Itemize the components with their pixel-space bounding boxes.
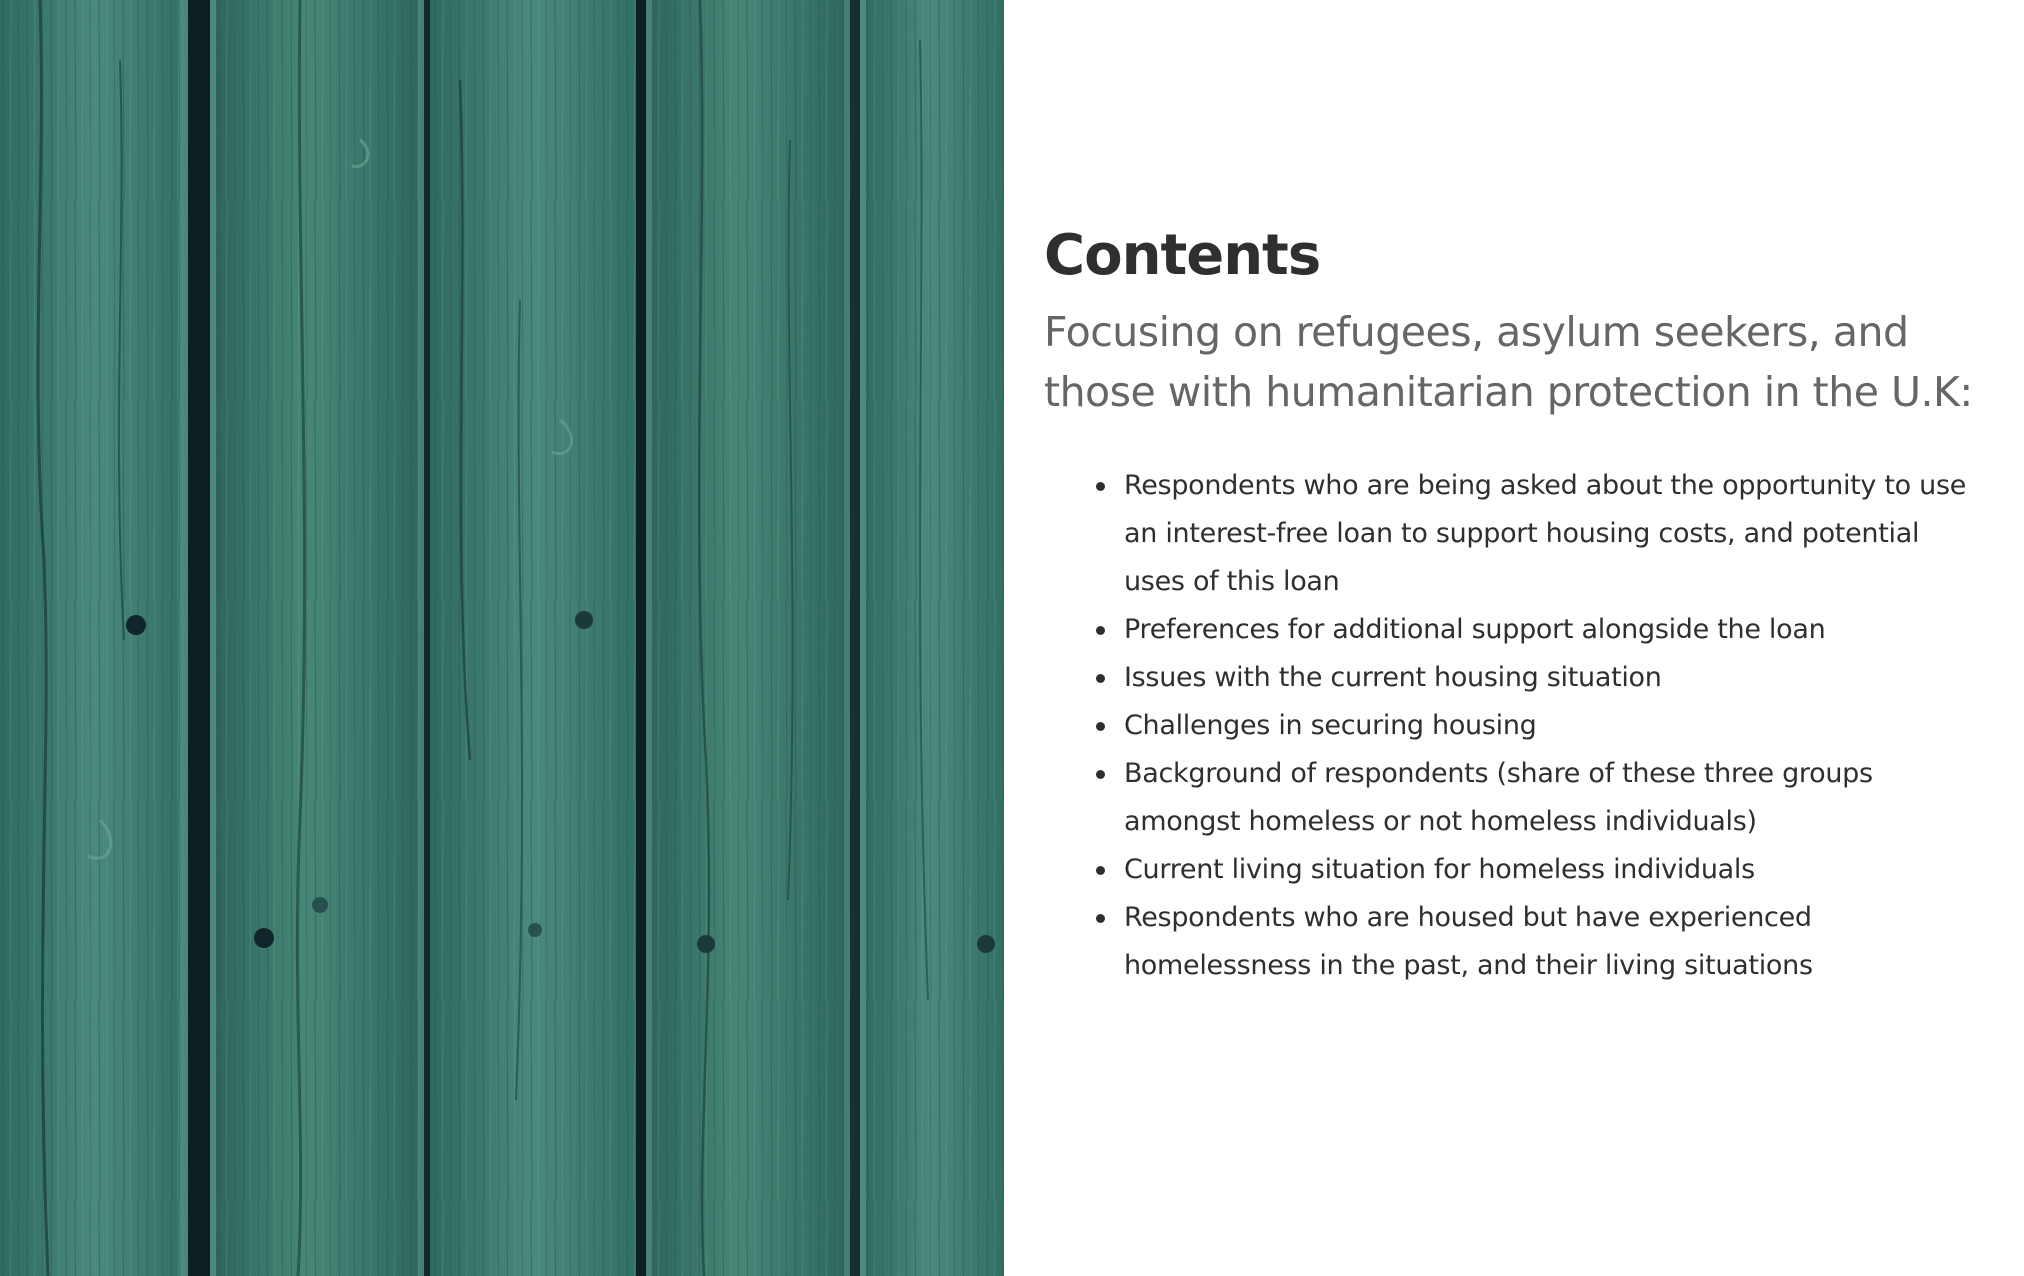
slide: Contents Focusing on refugees, asylum se… — [0, 0, 2024, 1276]
list-item-text: Current living situation for homeless in… — [1124, 854, 1755, 885]
list-item-text: Background of respondents (share of thes… — [1124, 758, 1873, 837]
page-subtitle: Focusing on refugees, asylum seekers, an… — [1044, 308, 1973, 416]
list-item: Background of respondents (share of thes… — [1096, 750, 1984, 846]
list-item: Current living situation for homeless in… — [1096, 846, 1984, 894]
wood-planks-photo — [0, 0, 1004, 1276]
bullet-icon — [1096, 722, 1105, 731]
bullet-icon — [1096, 914, 1105, 923]
list-item-text: Respondents who are being asked about th… — [1124, 470, 1967, 597]
wood-planks-image — [0, 0, 1004, 1276]
bullet-icon — [1096, 482, 1105, 491]
contents-list: Respondents who are being asked about th… — [1044, 462, 1984, 990]
contents-section: Contents Focusing on refugees, asylum se… — [1044, 218, 1984, 990]
list-item: Preferences for additional support along… — [1096, 606, 1984, 654]
list-item: Challenges in securing housing — [1096, 702, 1984, 750]
list-item: Respondents who are housed but have expe… — [1096, 894, 1984, 990]
bullet-icon — [1096, 674, 1105, 683]
list-item-text: Preferences for additional support along… — [1124, 614, 1826, 645]
list-item: Respondents who are being asked about th… — [1096, 462, 1984, 606]
list-item-text: Issues with the current housing situatio… — [1124, 662, 1662, 693]
bullet-icon — [1096, 626, 1105, 635]
list-item-text: Challenges in securing housing — [1124, 710, 1537, 741]
list-item: Issues with the current housing situatio… — [1096, 654, 1984, 702]
bullet-icon — [1096, 866, 1105, 875]
bullet-icon — [1096, 770, 1105, 779]
page-title: Contents — [1044, 223, 1321, 288]
list-item-text: Respondents who are housed but have expe… — [1124, 902, 1813, 981]
